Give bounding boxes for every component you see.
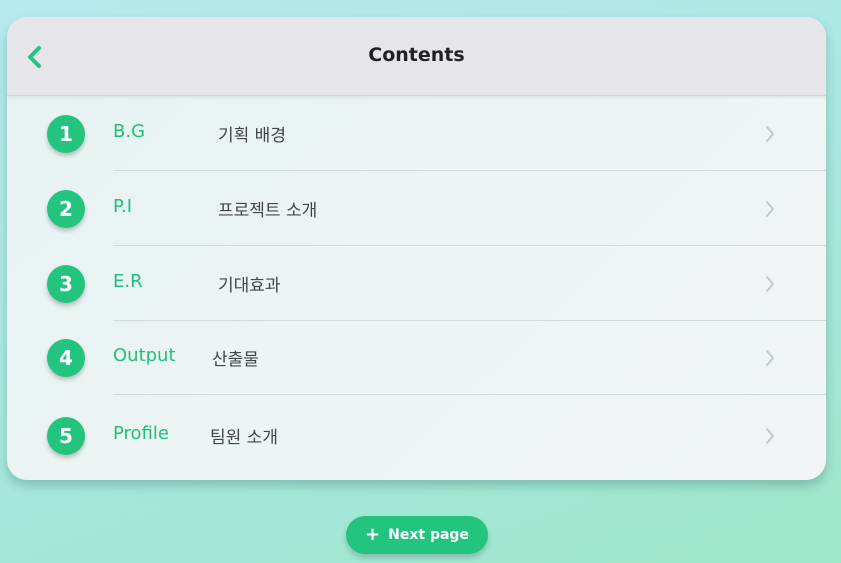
contents-card: Contents 1 B.G 기획 배경 2 P.I 프로젝트 소개 3 E.R…: [7, 17, 826, 480]
item-code: E.R: [113, 271, 143, 292]
item-code: Output: [113, 345, 176, 366]
list-item-pi[interactable]: 2 P.I 프로젝트 소개: [7, 172, 826, 246]
list-item-output[interactable]: 4 Output 산출물: [7, 321, 826, 395]
list-item-er[interactable]: 3 E.R 기대효과: [7, 247, 826, 321]
item-number-badge: 1: [47, 115, 85, 153]
header-bar: Contents: [7, 17, 826, 96]
item-number-badge: 4: [47, 339, 85, 377]
item-number-badge: 2: [47, 190, 85, 228]
chevron-right-icon: [766, 428, 774, 444]
next-page-label: Next page: [388, 527, 469, 543]
item-number-badge: 5: [47, 417, 85, 455]
chevron-right-icon: [766, 126, 774, 142]
item-description: 기획 배경: [218, 126, 286, 146]
plus-icon: +: [365, 524, 381, 545]
row-divider: [113, 170, 826, 171]
chevron-right-icon: [766, 201, 774, 217]
chevron-right-icon: [766, 276, 774, 292]
item-number-badge: 3: [47, 265, 85, 303]
next-page-button[interactable]: + Next page: [346, 516, 488, 554]
item-description: 기대효과: [218, 276, 281, 296]
chevron-right-icon: [766, 350, 774, 366]
row-divider: [113, 394, 826, 395]
item-description: 산출물: [212, 350, 259, 370]
item-code: P.I: [113, 196, 133, 217]
item-code: Profile: [113, 423, 169, 444]
page-title: Contents: [368, 44, 465, 66]
item-description: 프로젝트 소개: [218, 201, 318, 221]
list-item-profile[interactable]: 5 Profile 팀원 소개: [7, 399, 826, 473]
row-divider: [113, 245, 826, 246]
item-description: 팀원 소개: [210, 428, 278, 448]
list-item-bg[interactable]: 1 B.G 기획 배경: [7, 97, 826, 171]
item-code: B.G: [113, 121, 146, 142]
